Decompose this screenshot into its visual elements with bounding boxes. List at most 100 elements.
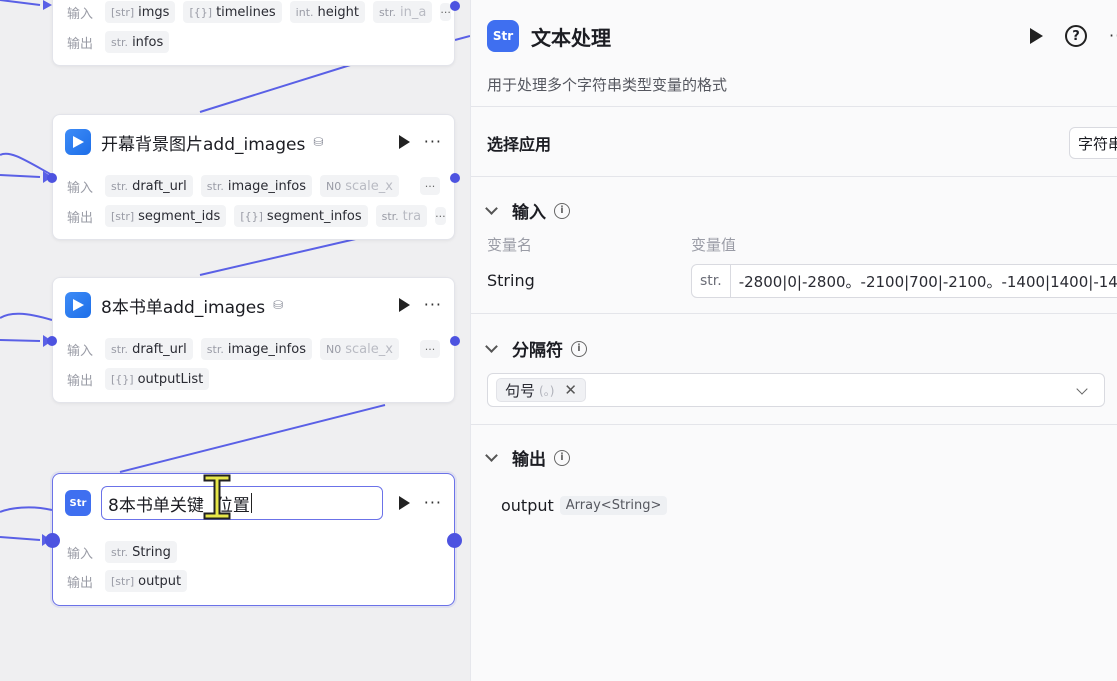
- node-inputs-row: 输入 str. String: [67, 541, 440, 563]
- run-node-button[interactable]: [398, 496, 410, 510]
- info-icon[interactable]: i: [554, 449, 570, 466]
- edge-line: [199, 237, 361, 276]
- outputs-label: 输出: [67, 373, 94, 389]
- run-node-button[interactable]: [398, 135, 410, 149]
- chevron-down-icon: [485, 340, 498, 353]
- edge-line: [0, 0, 41, 6]
- node-outputs-row: 输出 [str] output: [67, 570, 440, 592]
- var-value-text: -2800|0|-2800。-2100|700|-2100。-1400|1400…: [738, 272, 1117, 291]
- output-port[interactable]: [447, 533, 462, 548]
- col-var-value: 变量值: [691, 236, 737, 254]
- text-process-icon: Str: [65, 490, 91, 516]
- input-tag: [str] imgs: [105, 1, 176, 23]
- input-port[interactable]: [47, 173, 57, 183]
- input-section-header[interactable]: 输入 i: [485, 198, 570, 223]
- inputs-label: 输入: [67, 6, 94, 22]
- remove-chip-icon[interactable]: ✕: [564, 381, 577, 399]
- input-port[interactable]: [45, 533, 60, 548]
- outputs-label: 输出: [67, 210, 94, 226]
- text-cursor-icon: [203, 474, 231, 520]
- input-tag: str. image_infos: [200, 338, 312, 360]
- info-icon[interactable]: i: [571, 340, 587, 357]
- outputs-label: 输出: [67, 36, 94, 52]
- output-name: output: [501, 496, 554, 515]
- output-tag: str. tra: [375, 205, 428, 227]
- var-value-field[interactable]: str. -2800|0|-2800。-2100|700|-2100。-1400…: [691, 264, 1117, 298]
- edge-line: [0, 312, 53, 321]
- output-port[interactable]: [450, 336, 460, 346]
- workflow-node-opening-images[interactable]: 开幕背景图片add_images ⛁ ··· 输入 str. draft_url …: [47, 114, 460, 240]
- more-outputs-button[interactable]: ···: [435, 207, 446, 225]
- var-type-select[interactable]: str.: [692, 265, 731, 297]
- divider: [471, 106, 1117, 107]
- workflow-node-keypos-selected[interactable]: Str 8本书单关键 位置 ··· 输入 str. String 输出 [str] o…: [45, 473, 462, 606]
- output-variable: output Array<String>: [501, 496, 668, 515]
- select-app-label: 选择应用: [487, 135, 552, 154]
- panel-title: 文本处理: [531, 25, 611, 50]
- input-tag: [{}] timelines: [183, 1, 282, 23]
- edge-line: [199, 61, 361, 113]
- node-header: 8本书单add_images ⛁ ···: [65, 290, 442, 320]
- edge-line: [0, 174, 41, 178]
- var-name-field[interactable]: String: [487, 271, 535, 290]
- divider: [471, 313, 1117, 314]
- more-inputs-button[interactable]: ···: [420, 177, 440, 195]
- node-outputs-row: 输出 str. infos: [67, 31, 440, 53]
- output-port[interactable]: [450, 1, 460, 11]
- panel-header: Str 文本处理 ? ···: [487, 20, 1117, 52]
- chevron-down-icon: [485, 202, 498, 215]
- more-inputs-button[interactable]: ···: [420, 340, 440, 358]
- info-icon[interactable]: i: [554, 202, 570, 219]
- plugin-badge-icon: ⛁: [313, 135, 324, 149]
- divider: [471, 424, 1117, 425]
- node-inputs-row: 输入 str. draft_url str. image_infos N0 scale…: [67, 338, 440, 360]
- inputs-label: 输入: [67, 343, 94, 359]
- node-title-input[interactable]: 8本书单关键 位置: [101, 486, 383, 520]
- node-more-button[interactable]: ···: [424, 297, 442, 313]
- input-port[interactable]: [47, 336, 57, 346]
- text-caret: [250, 493, 252, 513]
- node-properties-panel: Str 文本处理 ? ··· 用于处理多个字符串类型变量的格式 选择应用 字符串…: [470, 0, 1117, 681]
- panel-description: 用于处理多个字符串类型变量的格式: [487, 76, 728, 94]
- run-node-button[interactable]: [398, 298, 410, 312]
- workflow-node-booklist-images[interactable]: 8本书单add_images ⛁ ··· 输入 str. draft_url st…: [47, 277, 460, 403]
- node-outputs-row: 输出 [{}] outputList: [67, 368, 440, 390]
- workflow-node-top[interactable]: 输入 [str] imgs [{}] timelines int. height st…: [52, 0, 460, 66]
- node-header: 开幕背景图片add_images ⛁ ···: [65, 127, 442, 157]
- edge-line: [454, 35, 470, 41]
- node-more-button[interactable]: ···: [424, 495, 442, 511]
- divider: [471, 176, 1117, 177]
- plugin-badge-icon: ⛁: [273, 298, 284, 312]
- run-button[interactable]: [1030, 28, 1043, 44]
- outputs-label: 输出: [67, 575, 94, 591]
- input-tag: int. height: [289, 1, 365, 23]
- output-tag: [str] output: [105, 570, 188, 592]
- edge-line: [0, 536, 41, 541]
- node-header: Str 8本书单关键 位置 ···: [65, 486, 442, 520]
- node-outputs-row: 输出 [str] segment_ids [{}] segment_infos st…: [67, 205, 446, 227]
- input-tag: str. draft_url: [105, 175, 193, 197]
- output-port[interactable]: [450, 173, 460, 183]
- help-icon[interactable]: ?: [1065, 25, 1087, 47]
- output-section-header[interactable]: 输出 i: [485, 445, 570, 470]
- input-tag: N0 scale_x: [320, 338, 399, 360]
- separator-section-header[interactable]: 分隔符 i: [485, 336, 587, 361]
- panel-more-button[interactable]: ···: [1109, 31, 1117, 41]
- edge-arrow: [43, 0, 52, 10]
- input-tag: str. String: [105, 541, 177, 563]
- node-more-button[interactable]: ···: [424, 134, 442, 150]
- input-tag: str. in_a: [372, 1, 433, 23]
- output-type-badge: Array<String>: [559, 496, 668, 515]
- inputs-label: 输入: [67, 546, 94, 562]
- edge-line: [119, 404, 386, 473]
- inputs-label: 输入: [67, 180, 94, 196]
- output-tag: [{}] outputList: [105, 368, 210, 390]
- node-inputs-row: 输入 str. draft_url str. image_infos N0 scale…: [67, 175, 440, 197]
- chevron-down-icon: [1076, 383, 1088, 395]
- node-inputs-row: 输入 [str] imgs [{}] timelines int. height st…: [67, 1, 451, 23]
- text-process-icon: Str: [487, 20, 519, 52]
- app-select[interactable]: 字符串: [1069, 127, 1117, 159]
- workflow-canvas[interactable]: 输入 [str] imgs [{}] timelines int. height st…: [0, 0, 470, 681]
- edge-line: [0, 506, 53, 513]
- separator-select[interactable]: 句号 (。) ✕: [487, 373, 1105, 407]
